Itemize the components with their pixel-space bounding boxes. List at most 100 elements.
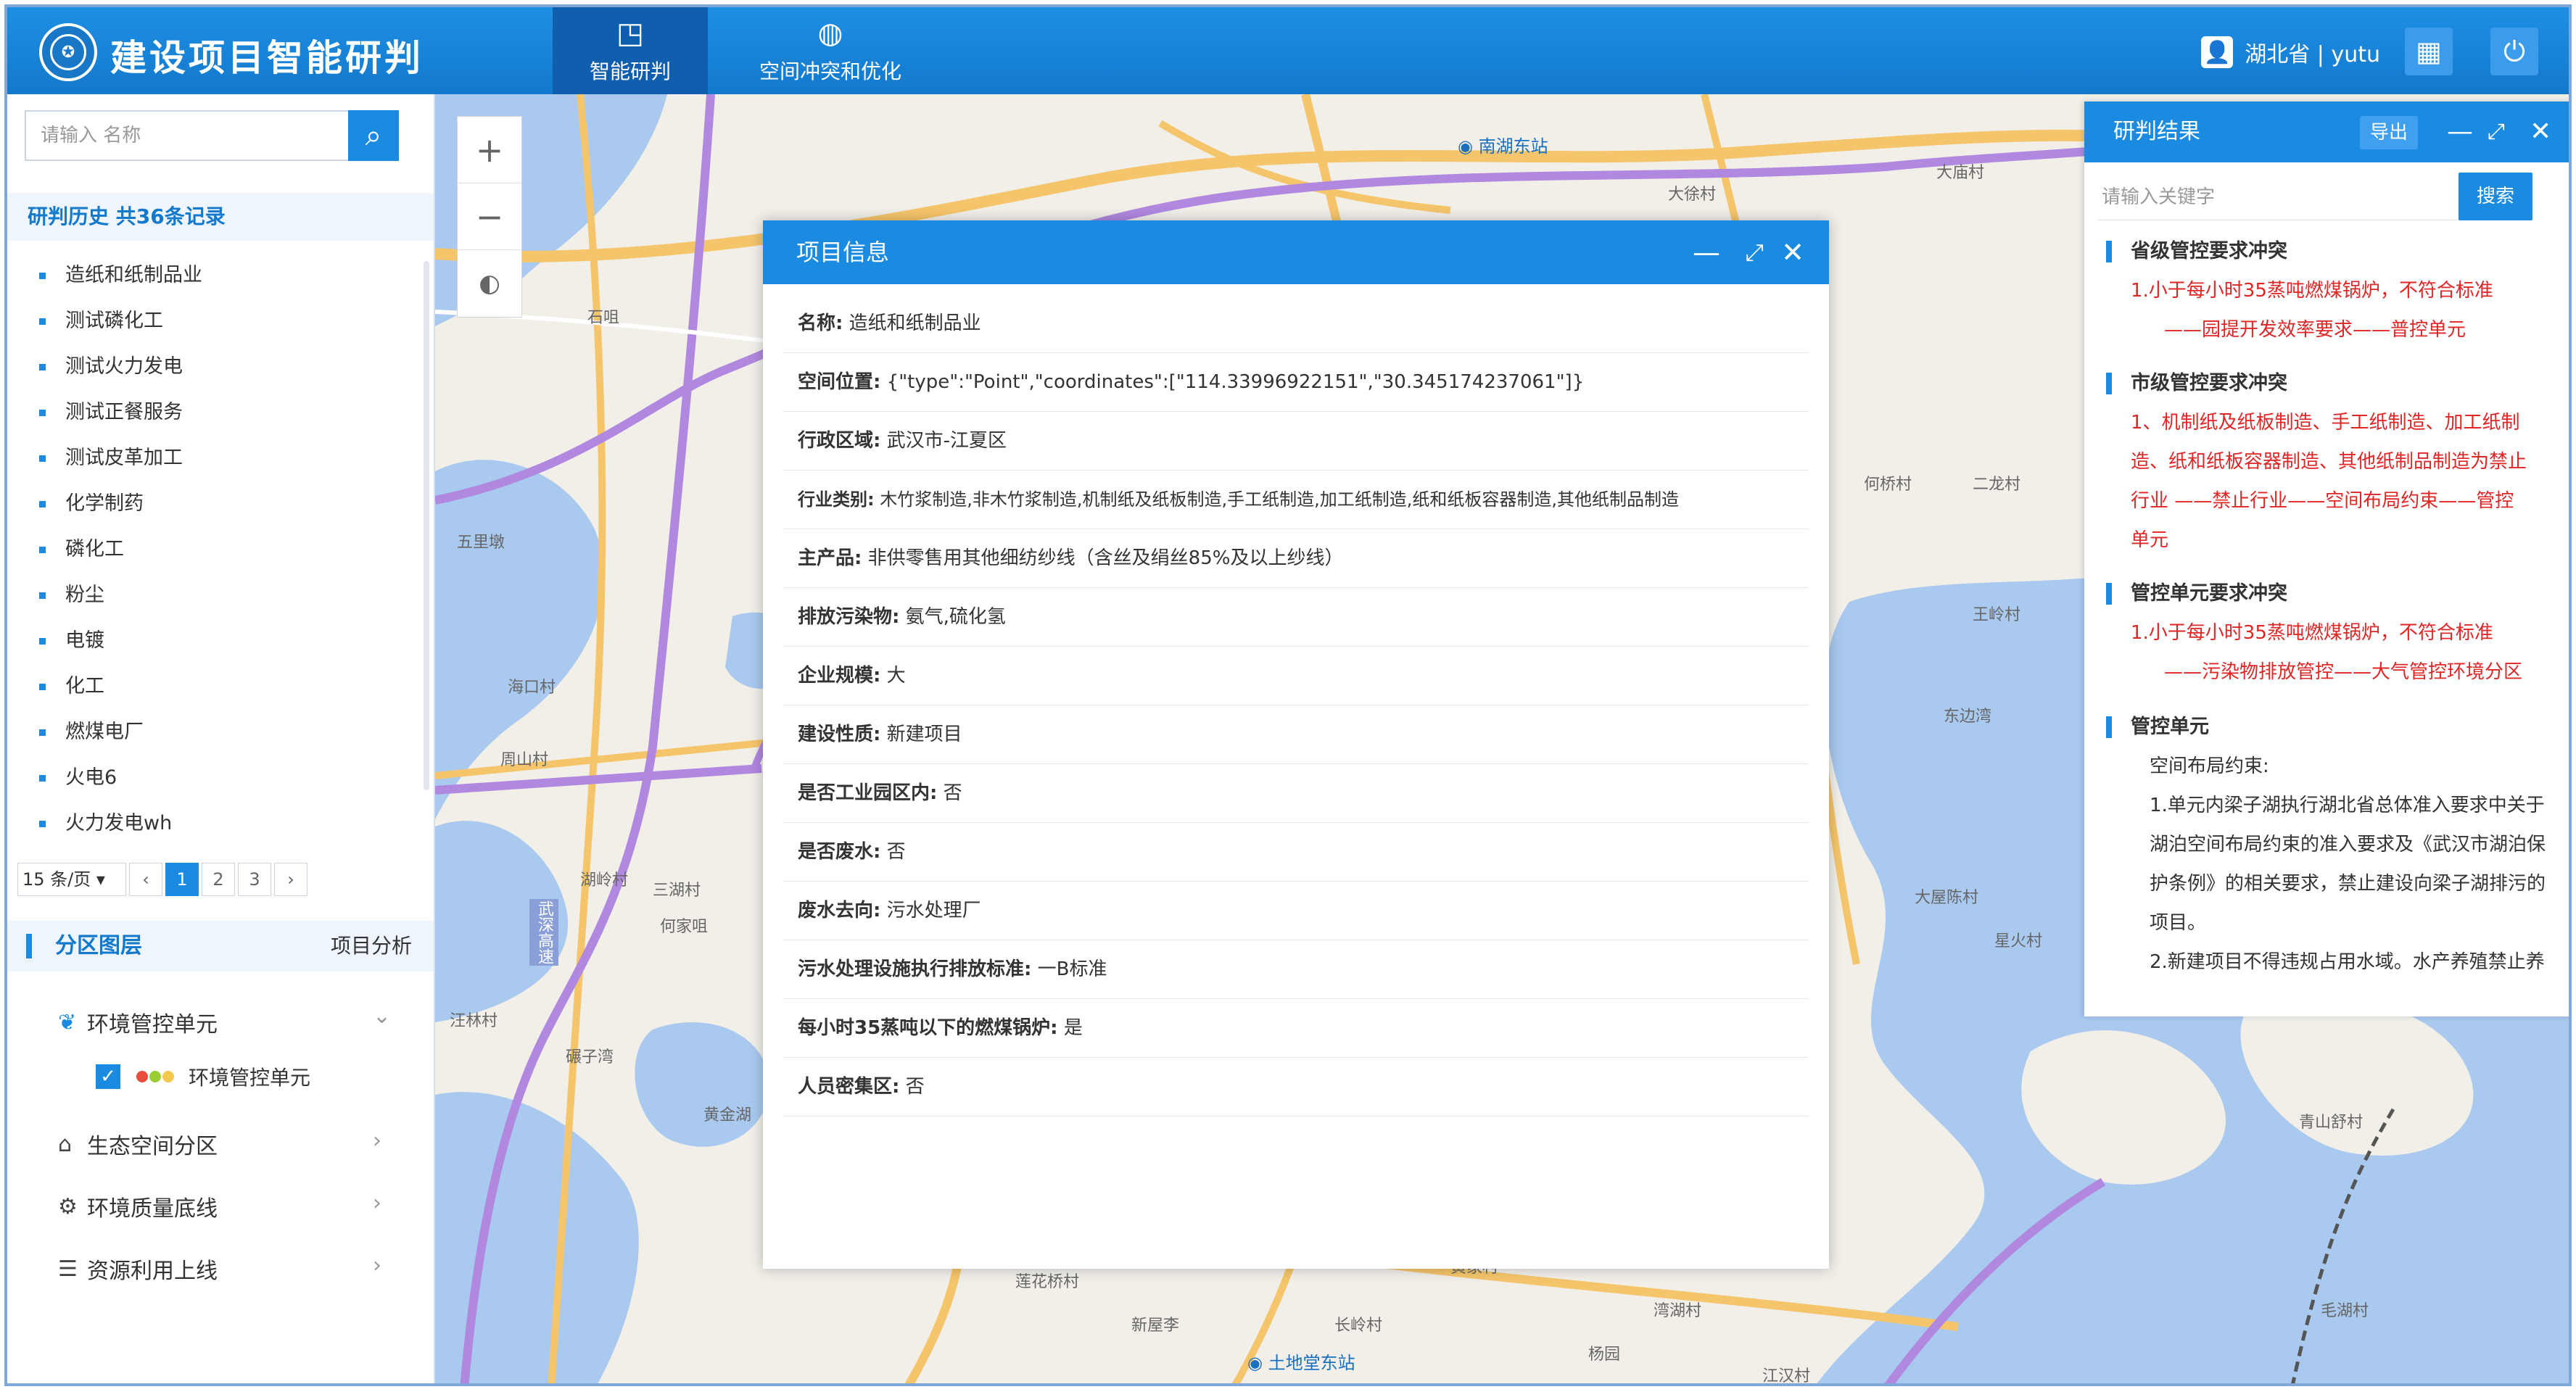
history-search-input[interactable]: 请输入 名称 <box>25 110 371 161</box>
layer-label: 生态空间分区 <box>87 1134 218 1159</box>
close-icon[interactable]: ✕ <box>2530 102 2551 162</box>
map-label: 碾子湾 <box>566 1048 614 1066</box>
result-section: 管控单元 空间布局约束: 1.单元内梁子湖执行湖北省总体准入要求中关于 湖泊空间… <box>2106 708 2556 982</box>
section-title: 市级管控要求冲突 <box>2106 364 2556 403</box>
map-label: 大庙村 <box>1936 164 1985 182</box>
info-key: 名称: <box>798 312 843 334</box>
info-key: 主产品: <box>798 547 862 569</box>
conflict-line: ——污染物排放管控——大气管控环境分区 <box>2164 661 2523 683</box>
layer-env-quality[interactable]: ⚙ 环境质量底线 <box>58 1190 218 1222</box>
sub-layer-label: 环境管控单元 <box>189 1066 311 1090</box>
history-item[interactable]: 测试皮革加工 <box>7 435 434 481</box>
map-label: 石咀 <box>587 309 620 327</box>
history-item[interactable]: 测试火力发电 <box>7 344 434 389</box>
page-3-button[interactable]: 3 <box>238 863 271 896</box>
info-key: 是否废水: <box>798 841 881 863</box>
info-row: 排放污染物: 氨气,硫化氢 <box>783 588 1809 647</box>
project-analysis-link[interactable]: 项目分析 <box>331 921 412 972</box>
history-item[interactable]: 测试磷化工 <box>7 298 434 344</box>
map-label: 汪林村 <box>450 1012 498 1030</box>
dialog-header: 项目信息 — ⤢ ✕ <box>763 220 1829 284</box>
history-item[interactable]: 粉尘 <box>7 572 434 618</box>
layer-env-control-unit[interactable]: ❦ 环境管控单元 <box>58 1006 218 1038</box>
presentation-icon: ◳ <box>616 17 644 50</box>
history-item[interactable]: 测试正餐服务 <box>7 389 434 435</box>
info-value: 否 <box>905 1076 925 1098</box>
top-header: ✪ 建设项目智能研判 ◳ 智能研判 ◍ 空间冲突和优化 👤 湖北省 | yutu… <box>7 7 2569 94</box>
section-marker <box>26 934 32 958</box>
minimize-icon[interactable]: — <box>2447 102 2473 162</box>
conflict-line: 单元 <box>2131 529 2169 551</box>
history-item[interactable]: 燃煤电厂 <box>7 709 434 755</box>
page-1-button[interactable]: 1 <box>165 863 199 896</box>
map-label: 湖岭村 <box>580 871 629 890</box>
info-row: 行业类别: 木竹浆制造,非木竹浆制造,机制纸及纸板制造,手工纸制造,加工纸制造,… <box>783 471 1809 529</box>
info-row: 企业规模: 大 <box>783 647 1809 705</box>
history-search-button[interactable]: ⌕ <box>348 110 399 161</box>
layer-label: 资源利用上线 <box>87 1259 218 1284</box>
minimize-icon[interactable]: — <box>1693 220 1720 284</box>
info-value: 污水处理厂 <box>886 900 981 921</box>
history-item[interactable]: 磷化工 <box>7 526 434 572</box>
result-search-input[interactable]: 请输入关键字 <box>2097 174 2467 220</box>
history-item[interactable]: 化学制药 <box>7 481 434 526</box>
tab-smart-analysis[interactable]: ◳ 智能研判 <box>553 7 708 94</box>
result-search-button[interactable]: 搜索 <box>2459 173 2532 220</box>
layer-resource-limit[interactable]: ☰ 资源利用上线 <box>58 1253 218 1285</box>
logout-button[interactable]: ⏻ <box>2490 28 2538 75</box>
map-label-text: 土地堂东站 <box>1268 1353 1355 1373</box>
user-info[interactable]: 👤 湖北省 | yutu <box>2201 36 2380 68</box>
rule-line: 1.单元内梁子湖执行湖北省总体准入要求中关于 <box>2150 795 2545 816</box>
page-size-select[interactable]: 15 条/页 ▾ <box>17 863 126 896</box>
history-item[interactable]: 火电6 <box>7 755 434 800</box>
info-value: {"type":"Point","coordinates":["114.3399… <box>886 371 1585 393</box>
tab-space-conflict[interactable]: ◍ 空间冲突和优化 <box>732 7 928 94</box>
page-2-button[interactable]: 2 <box>202 863 235 896</box>
info-row: 空间位置: {"type":"Point","coordinates":["11… <box>783 353 1809 412</box>
info-key: 行政区域: <box>798 430 881 452</box>
power-icon: ⏻ <box>2503 35 2526 67</box>
history-item[interactable]: 火力发电wh <box>7 800 434 846</box>
chevron-right-icon[interactable]: › <box>373 1128 381 1153</box>
info-value: 是 <box>1063 1017 1083 1039</box>
rule-line: 护条例》的相关要求，禁止建设向梁子湖排污的 <box>2150 873 2546 895</box>
history-scrollbar[interactable] <box>424 261 429 790</box>
info-key: 废水去向: <box>798 900 881 921</box>
map-label: 湾湖村 <box>1654 1302 1702 1320</box>
zoom-in-button[interactable]: + <box>458 117 521 183</box>
chevron-down-icon[interactable]: ⌄ <box>373 1003 391 1029</box>
legend-swatch <box>136 1071 176 1082</box>
sub-layer-env-control-unit[interactable]: ✓ 环境管控单元 <box>96 1062 310 1091</box>
conflict-line: ——园提开发效率要求——普控单元 <box>2164 319 2466 341</box>
emblem-icon: ✪ <box>39 23 97 81</box>
close-icon[interactable]: ✕ <box>1781 220 1804 284</box>
maximize-icon[interactable]: ⤢ <box>2488 102 2505 162</box>
result-title: 研判结果 <box>2113 119 2200 144</box>
chevron-right-icon[interactable]: › <box>373 1190 381 1216</box>
chevron-right-icon[interactable]: › <box>373 1253 381 1278</box>
info-key: 排放污染物: <box>798 606 900 628</box>
checkbox-checked-icon[interactable]: ✓ <box>96 1064 120 1089</box>
info-row: 废水去向: 污水处理厂 <box>783 882 1809 940</box>
layer-eco-space[interactable]: ⌂ 生态空间分区 <box>58 1128 218 1160</box>
section-title: 管控单元 <box>2106 708 2556 747</box>
zoom-out-button[interactable]: − <box>458 183 521 250</box>
info-key: 建设性质: <box>798 724 881 745</box>
map-label: 新屋李 <box>1131 1317 1180 1335</box>
layers-header: 分区图层 项目分析 <box>7 921 434 972</box>
history-item[interactable]: 化工 <box>7 663 434 709</box>
compass-button[interactable]: ◐ <box>458 250 521 317</box>
export-button[interactable]: 导出 <box>2360 116 2418 149</box>
history-item[interactable]: 电镀 <box>7 618 434 663</box>
left-panel: 请输入 名称 ⌕ 研判历史 共36条记录 造纸和纸制品业 测试磷化工 测试火力发… <box>7 94 435 1383</box>
maximize-icon[interactable]: ⤢ <box>1745 220 1764 284</box>
apps-grid-button[interactable]: ▦ <box>2405 28 2453 75</box>
history-item[interactable]: 造纸和纸制品业 <box>7 252 434 298</box>
info-row: 每小时35蒸吨以下的燃煤锅炉: 是 <box>783 999 1809 1058</box>
rule-line: 2.新建项目不得违规占用水域。水产养殖禁止养 <box>2150 951 2545 973</box>
globe-icon: ◍ <box>817 17 843 50</box>
app-title: 建设项目智能研判 <box>110 37 424 79</box>
prev-page-button[interactable]: ‹ <box>129 863 162 896</box>
result-panel: 研判结果 导出 — ⤢ ✕ 请输入关键字 搜索 省级管控要求冲突 1.小于每小时… <box>2084 102 2569 1016</box>
next-page-button[interactable]: › <box>274 863 307 896</box>
